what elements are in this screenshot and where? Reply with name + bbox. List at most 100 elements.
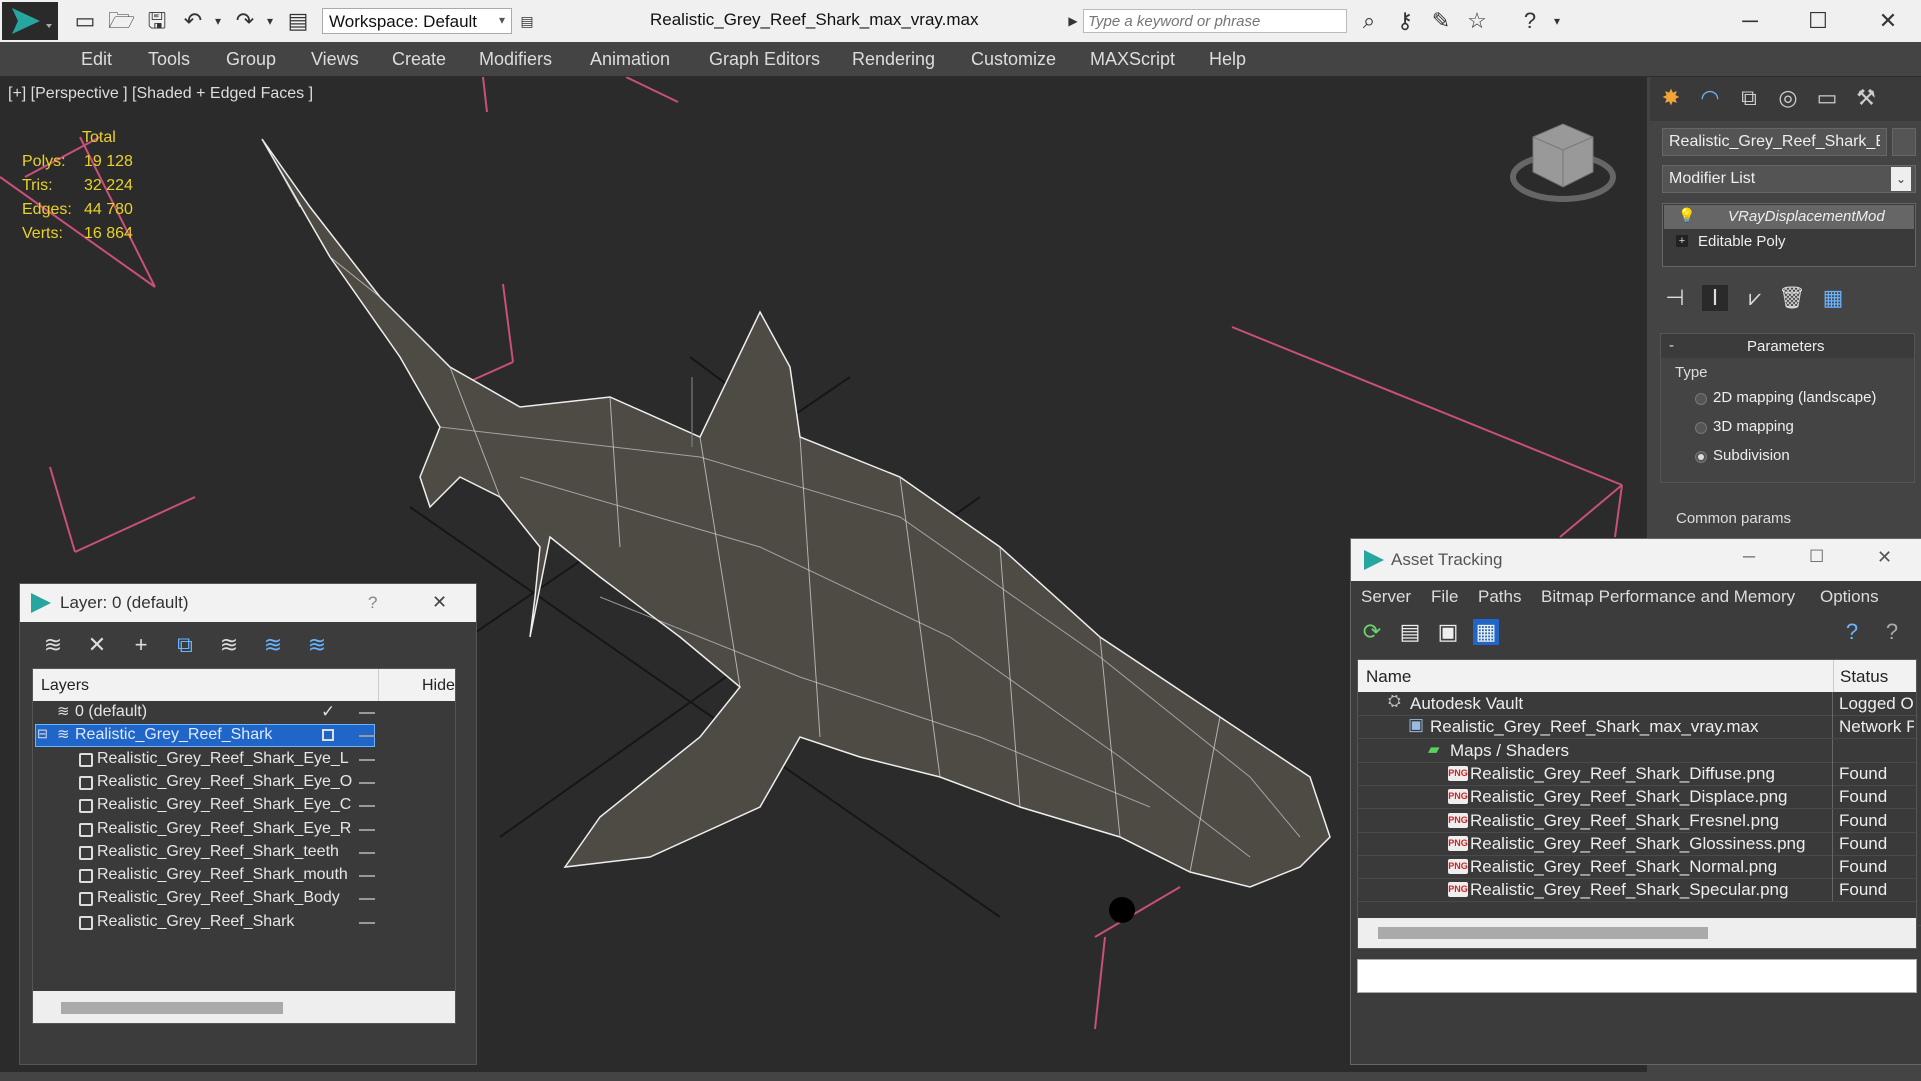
help-icon[interactable]: ? bbox=[1517, 8, 1543, 34]
motion-tab-icon[interactable]: ◎ bbox=[1775, 85, 1801, 111]
asset-context-help-icon[interactable]: ? bbox=[1879, 619, 1905, 645]
layer-object-row[interactable]: Realistic_Grey_Reef_Shark bbox=[33, 911, 455, 934]
menu-graph-editors[interactable]: Graph Editors bbox=[709, 49, 820, 70]
configure-sets-icon[interactable]: ▦ bbox=[1820, 285, 1846, 311]
viewport-label[interactable]: [+] [Perspective ] [Shaded + Edged Faces… bbox=[8, 85, 313, 103]
delete-layer-icon[interactable]: ✕ bbox=[84, 632, 110, 658]
menu-rendering[interactable]: Rendering bbox=[852, 49, 935, 70]
save-icon[interactable]: 🖫 bbox=[144, 8, 170, 34]
highlight-selected-icon[interactable]: ≋ bbox=[216, 632, 242, 658]
asset-row[interactable]: ⛭ Autodesk Vault Logged Ou bbox=[1358, 692, 1916, 716]
hierarchy-tab-icon[interactable]: ⧉ bbox=[1736, 85, 1762, 111]
lightbulb-icon[interactable]: 💡 bbox=[1678, 207, 1695, 224]
asset-row[interactable]: ▰ Maps / Shaders bbox=[1358, 738, 1916, 763]
hide-toggle[interactable] bbox=[359, 735, 375, 738]
asset-row[interactable]: ▣ Realistic_Grey_Reef_Shark_max_vray.max N… bbox=[1358, 715, 1916, 740]
hide-toggle[interactable] bbox=[359, 898, 375, 901]
asset-row[interactable]: PNG Realistic_Grey_Reef_Shark_Fresnel.png… bbox=[1358, 808, 1916, 833]
layer-row[interactable]: ⊟ ≋ Realistic_Grey_Reef_Shark bbox=[33, 724, 455, 748]
open-file-icon[interactable]: 🗁 bbox=[108, 8, 135, 34]
help-dropdown-icon[interactable]: ▾ bbox=[1544, 8, 1570, 34]
asset-row[interactable]: PNG Realistic_Grey_Reef_Shark_Glossiness.… bbox=[1358, 831, 1916, 856]
menu-group[interactable]: Group bbox=[226, 49, 276, 70]
make-unique-icon[interactable]: ⩗ bbox=[1742, 285, 1768, 311]
asset-path-field[interactable] bbox=[1357, 959, 1917, 993]
redo-dropdown-icon[interactable]: ▾ bbox=[257, 8, 283, 34]
layer-object-row[interactable]: Realistic_Grey_Reef_Shark_mouth bbox=[33, 864, 455, 887]
collapse-icon[interactable]: ⊟ bbox=[37, 726, 48, 742]
object-name-field[interactable] bbox=[1662, 128, 1887, 156]
menu-animation[interactable]: Animation bbox=[590, 49, 670, 70]
hide-toggle[interactable] bbox=[359, 921, 375, 924]
binoculars-icon[interactable]: ⌕ bbox=[1356, 8, 1382, 34]
menu-tools[interactable]: Tools bbox=[148, 49, 190, 70]
new-file-icon[interactable]: ▭ bbox=[72, 8, 98, 34]
layer-row[interactable]: ≋ 0 (default) ✓ bbox=[33, 701, 455, 724]
radio-subdivision-label[interactable]: Subdivision bbox=[1713, 447, 1790, 464]
workspace-menu-icon[interactable]: ▤ bbox=[514, 8, 540, 34]
hide-toggle[interactable] bbox=[359, 712, 375, 714]
table-view-icon[interactable]: ▦ bbox=[1473, 619, 1499, 645]
menu-customize[interactable]: Customize bbox=[971, 49, 1056, 70]
hide-toggle[interactable] bbox=[359, 875, 375, 878]
layer-window-close-icon[interactable]: ✕ bbox=[432, 592, 447, 613]
show-end-result-icon[interactable]: Ⅰ bbox=[1702, 285, 1728, 311]
layer-object-row[interactable]: Realistic_Grey_Reef_Shark_Eye_O bbox=[33, 771, 455, 794]
menu-modifiers[interactable]: Modifiers bbox=[479, 49, 552, 70]
column-hide[interactable]: Hide bbox=[422, 677, 455, 695]
view-cube[interactable] bbox=[1510, 123, 1616, 202]
list-view-icon[interactable]: ▤ bbox=[1397, 619, 1423, 645]
freeze-all-icon[interactable]: ≋ bbox=[304, 632, 330, 658]
layer-window-help-icon[interactable]: ? bbox=[368, 593, 377, 613]
layer-window-titlebar[interactable]: Layer: 0 (default) ? ✕ bbox=[20, 584, 476, 622]
hide-toggle[interactable] bbox=[359, 851, 375, 854]
undo-dropdown-icon[interactable]: ▾ bbox=[205, 8, 231, 34]
asset-window-titlebar[interactable]: Asset Tracking ─ ☐ ✕ bbox=[1351, 539, 1921, 581]
hide-all-icon[interactable]: ≋ bbox=[260, 632, 286, 658]
add-to-layer-icon[interactable]: + bbox=[128, 632, 154, 658]
search-input[interactable] bbox=[1083, 9, 1347, 33]
hide-toggle[interactable] bbox=[359, 758, 375, 761]
new-layer-icon[interactable]: ≋ bbox=[40, 632, 66, 658]
pin-stack-icon[interactable]: ⊣ bbox=[1662, 285, 1688, 311]
object-color-swatch[interactable] bbox=[1892, 128, 1916, 156]
asset-minimize-icon[interactable]: ─ bbox=[1743, 547, 1755, 567]
display-tab-icon[interactable]: ▭ bbox=[1814, 85, 1840, 111]
stack-item-vraydisplacement[interactable]: 💡 VRayDisplacementMod bbox=[1664, 205, 1914, 229]
asset-table-hscroll[interactable] bbox=[1358, 918, 1916, 948]
remove-modifier-icon[interactable]: 🗑 bbox=[1778, 285, 1806, 311]
asset-menu-server[interactable]: Server bbox=[1361, 587, 1411, 607]
layer-object-row[interactable]: Realistic_Grey_Reef_Shark_teeth bbox=[33, 841, 455, 864]
radio-3d-mapping-label[interactable]: 3D mapping bbox=[1713, 418, 1794, 435]
asset-row[interactable]: PNG Realistic_Grey_Reef_Shark_Specular.pn… bbox=[1358, 878, 1916, 903]
active-layer-check-icon[interactable]: ✓ bbox=[321, 702, 335, 722]
menu-help[interactable]: Help bbox=[1209, 49, 1246, 70]
asset-menu-bitmap[interactable]: Bitmap Performance and Memory bbox=[1541, 587, 1795, 607]
hide-toggle[interactable] bbox=[359, 781, 375, 784]
layer-object-row[interactable]: Realistic_Grey_Reef_Shark_Body bbox=[33, 887, 455, 910]
column-name[interactable]: Name bbox=[1366, 667, 1411, 687]
menu-maxscript[interactable]: MAXScript bbox=[1090, 49, 1175, 70]
app-logo-button[interactable] bbox=[2, 2, 58, 40]
layer-object-row[interactable]: Realistic_Grey_Reef_Shark_Eye_L bbox=[33, 748, 455, 771]
modify-tab-icon[interactable]: ◠ bbox=[1697, 85, 1723, 111]
key-icon[interactable]: ⚷ bbox=[1392, 8, 1418, 34]
layer-object-row[interactable]: Realistic_Grey_Reef_Shark_Eye_C bbox=[33, 794, 455, 817]
layer-object-row[interactable]: Realistic_Grey_Reef_Shark_Eye_R bbox=[33, 818, 455, 841]
menu-create[interactable]: Create bbox=[392, 49, 446, 70]
asset-menu-file[interactable]: File bbox=[1431, 587, 1458, 607]
undo-icon[interactable]: ↶ bbox=[180, 8, 206, 34]
menu-edit[interactable]: Edit bbox=[81, 49, 112, 70]
asset-close-icon[interactable]: ✕ bbox=[1877, 547, 1892, 568]
hide-toggle[interactable] bbox=[359, 805, 375, 808]
thumbnail-view-icon[interactable]: ▣ bbox=[1435, 619, 1461, 645]
workspace-dropdown[interactable]: Workspace: Default ▾ bbox=[322, 8, 512, 34]
asset-help-icon[interactable]: ? bbox=[1839, 619, 1865, 645]
utilities-tab-icon[interactable]: ⚒ bbox=[1853, 85, 1879, 111]
layer-list-hscroll[interactable] bbox=[33, 991, 455, 1023]
asset-maximize-icon[interactable]: ☐ bbox=[1809, 547, 1824, 567]
column-status[interactable]: Status bbox=[1840, 667, 1888, 687]
expand-plus-icon[interactable]: + bbox=[1676, 235, 1688, 247]
set-current-layer-icon[interactable] bbox=[322, 729, 334, 742]
refresh-icon[interactable]: ⟳ bbox=[1359, 619, 1385, 645]
